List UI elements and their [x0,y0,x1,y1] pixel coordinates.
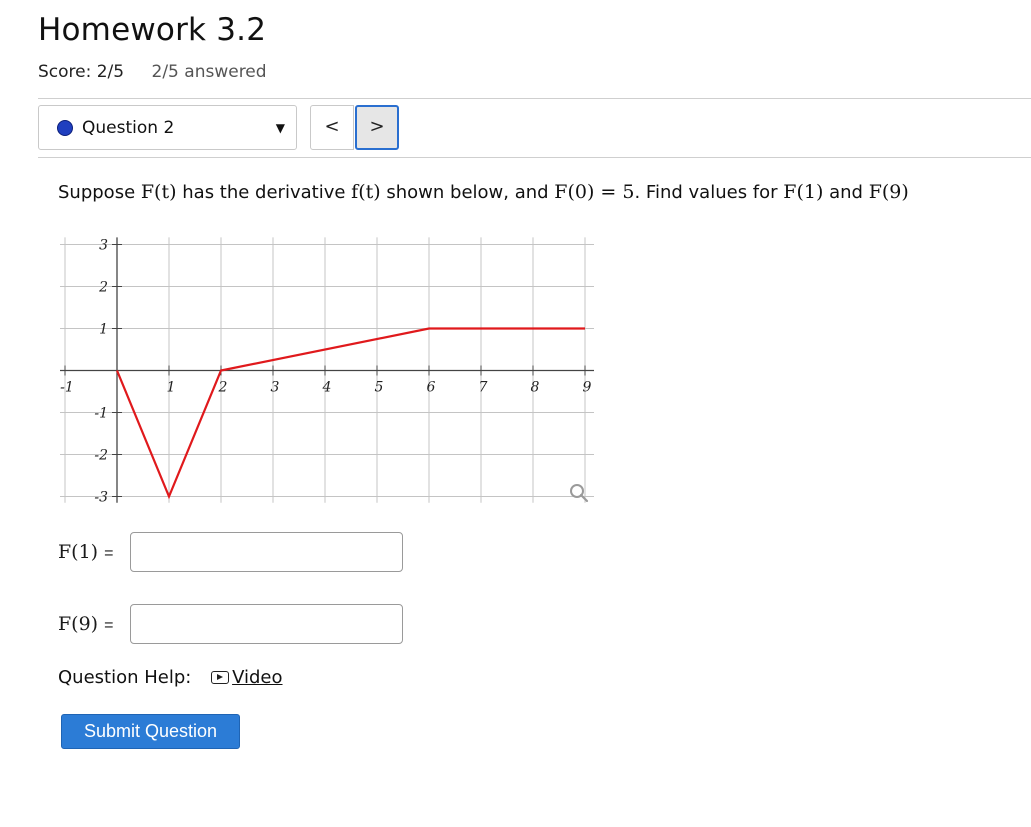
answer-row-F9: F(9) = [58,604,403,644]
prompt-text: Suppose [58,182,141,203]
prompt-text: . Find values for [634,182,784,203]
y-tick-label: -1 [94,406,108,422]
derivative-graph[interactable]: -1 1 2 3 4 5 6 7 8 9 3 2 1 -1 -2 -3 [40,225,600,510]
y-tick-label: 2 [98,280,108,296]
video-link[interactable]: Video [211,667,283,688]
x-tick-label: 5 [375,380,384,396]
y-tick-label: 3 [99,238,108,254]
F9-answer-input[interactable] [130,604,403,644]
page-title: Homework 3.2 [38,12,267,48]
score-row: Score: 2/5 2/5 answered [38,62,267,82]
video-play-icon [211,671,230,684]
x-tick-label: 7 [479,380,488,396]
question-select-label: Question 2 [82,118,175,138]
previous-question-button[interactable]: < [310,105,354,150]
x-tick-label: 4 [322,380,332,396]
question-help-label: Question Help: [58,667,192,688]
x-tick-label: 2 [218,380,228,396]
homework-page: Homework 3.2 Score: 2/5 2/5 answered Que… [0,0,1031,827]
answer-row-F1: F(1) = [58,532,403,572]
x-tick-label: 9 [583,380,592,396]
prompt-text: shown below, and [380,182,555,203]
x-tick-label: -1 [60,380,74,396]
score-text: Score: 2/5 [38,62,125,82]
answer-label: F(1) [58,541,99,563]
submit-question-button[interactable]: Submit Question [61,714,240,749]
y-tick-label: -3 [94,490,108,506]
video-link-label: Video [232,667,283,688]
y-tick-label: -2 [94,448,108,464]
F1-answer-input[interactable] [130,532,403,572]
math-expression: f(t) [351,181,381,203]
x-tick-label: 6 [427,380,436,396]
x-tick-label: 1 [167,380,176,396]
equals-sign: = [104,617,114,634]
x-tick-label: 8 [531,380,540,396]
question-select[interactable]: Question 2 ▼ [38,105,297,150]
answer-label: F(9) [58,613,99,635]
x-tick-label: 3 [271,380,280,396]
divider [38,98,1031,99]
next-question-button[interactable]: > [355,105,399,150]
zoom-icon-handle [579,493,589,503]
question-status-icon [57,120,73,136]
math-expression: F(0) = 5 [554,181,635,203]
y-tick-label: 1 [99,322,108,338]
prompt-text: has the derivative [176,182,352,203]
divider [38,157,1031,158]
math-expression: F(1) [783,181,824,203]
equals-sign: = [104,545,114,562]
question-help: Question Help: Video [58,667,283,688]
math-expression: F(t) [140,181,177,203]
question-prompt: Suppose F(t) has the derivative f(t) sho… [58,181,909,203]
answered-count: 2/5 answered [151,62,267,82]
caret-down-icon: ▼ [275,121,285,135]
prompt-text: and [823,182,869,203]
math-expression: F(9) [868,181,909,203]
